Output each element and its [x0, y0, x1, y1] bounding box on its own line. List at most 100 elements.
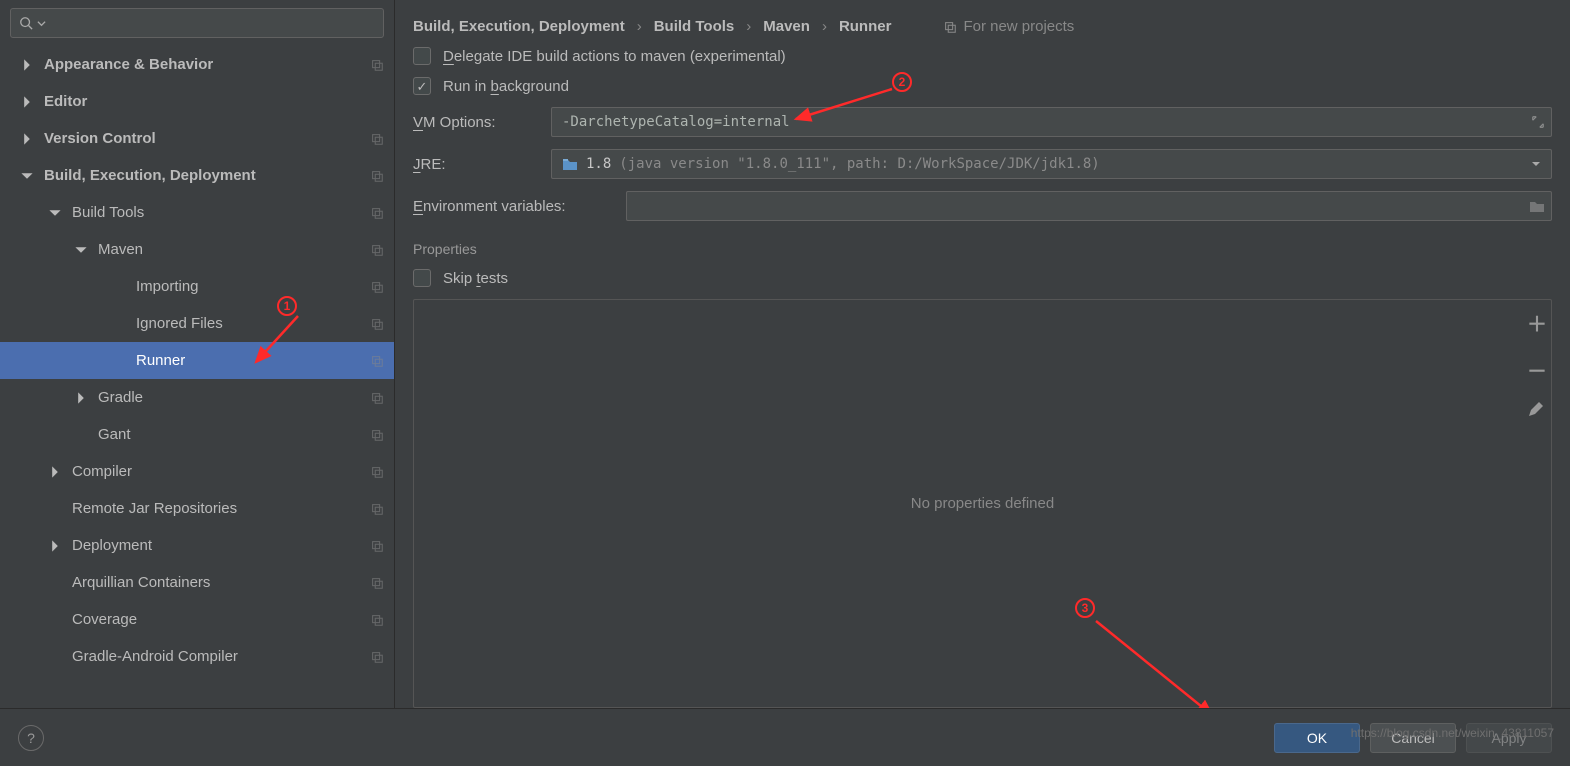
tree-item-gradle-android-compiler[interactable]: Gradle-Android Compiler [0, 638, 394, 675]
copy-icon [370, 502, 384, 516]
tree-item-label: Compiler [72, 463, 132, 480]
tree-arrow-icon [20, 58, 34, 72]
copy-icon [370, 206, 384, 220]
tree-item-label: Build Tools [72, 204, 144, 221]
tree-item-arquillian-containers[interactable]: Arquillian Containers [0, 564, 394, 601]
tree-item-label: Remote Jar Repositories [72, 500, 237, 517]
jre-select[interactable]: 1.8 (java version "1.8.0_111", path: D:/… [551, 149, 1552, 179]
tree-item-deployment[interactable]: Deployment [0, 527, 394, 564]
env-input[interactable] [626, 191, 1552, 221]
copy-icon [370, 243, 384, 257]
jre-version: 1.8 [586, 156, 611, 172]
search-input[interactable] [10, 8, 384, 38]
chevron-down-icon [37, 19, 46, 28]
run-background-checkbox[interactable] [413, 77, 431, 95]
search-icon [19, 16, 33, 30]
tree-item-label: Gant [98, 426, 131, 443]
tree-arrow-icon [48, 206, 62, 220]
copy-icon [370, 354, 384, 368]
tree-arrow-icon [20, 95, 34, 109]
copy-icon [370, 58, 384, 72]
properties-table[interactable]: No properties defined ＋ － [413, 299, 1552, 708]
run-background-label: Run in background [443, 78, 569, 95]
breadcrumb: Build, Execution, Deployment › Build Too… [413, 18, 1552, 35]
tree-arrow-icon [20, 132, 34, 146]
env-label: Environment variables: [413, 198, 608, 215]
tree-item-build-tools[interactable]: Build Tools [0, 194, 394, 231]
copy-icon [943, 20, 957, 34]
chevron-down-icon[interactable] [1531, 159, 1541, 169]
tree-arrow-icon [48, 539, 62, 553]
tree-item-label: Editor [44, 93, 87, 110]
tree-item-remote-jar-repositories[interactable]: Remote Jar Repositories [0, 490, 394, 527]
apply-button[interactable]: Apply [1466, 723, 1552, 753]
jre-details: (java version "1.8.0_111", path: D:/Work… [619, 156, 1099, 172]
tree-item-gant[interactable]: Gant [0, 416, 394, 453]
chevron-right-icon: › [822, 18, 827, 35]
tree-item-version-control[interactable]: Version Control [0, 120, 394, 157]
vm-options-input[interactable]: -DarchetypeCatalog=internal [551, 107, 1552, 137]
copy-icon [370, 613, 384, 627]
tree-item-coverage[interactable]: Coverage [0, 601, 394, 638]
vm-options-label: VM Options: [413, 114, 533, 131]
tree-item-gradle[interactable]: Gradle [0, 379, 394, 416]
settings-sidebar: Appearance & Behavior Editor Version Contr… [0, 0, 395, 708]
tree-item-runner[interactable]: Runner [0, 342, 394, 379]
tree-item-ignored-files[interactable]: Ignored Files [0, 305, 394, 342]
tree-item-label: Arquillian Containers [72, 574, 210, 591]
add-icon[interactable]: ＋ [1527, 308, 1547, 337]
vm-options-value: -DarchetypeCatalog=internal [562, 114, 790, 130]
edit-icon[interactable] [1527, 402, 1543, 418]
tree-item-compiler[interactable]: Compiler [0, 453, 394, 490]
tree-item-importing[interactable]: Importing [0, 268, 394, 305]
tree-arrow-icon [48, 465, 62, 479]
tree-item-label: Coverage [72, 611, 137, 628]
copy-icon [370, 465, 384, 479]
tree-item-label: Ignored Files [136, 315, 223, 332]
tree-arrow-icon [20, 169, 34, 183]
copy-icon [370, 132, 384, 146]
tree-item-appearance-behavior[interactable]: Appearance & Behavior [0, 46, 394, 83]
cancel-button[interactable]: Cancel [1370, 723, 1456, 753]
folder-icon [562, 157, 578, 171]
tree-item-label: Maven [98, 241, 143, 258]
tree-item-label: Runner [136, 352, 185, 369]
settings-tree[interactable]: Appearance & Behavior Editor Version Contr… [0, 46, 394, 708]
tree-arrow-icon [74, 391, 88, 405]
tree-item-label: Version Control [44, 130, 156, 147]
remove-icon[interactable]: － [1527, 355, 1547, 384]
properties-section-label: Properties [413, 241, 1552, 257]
chevron-right-icon: › [746, 18, 751, 35]
copy-icon [370, 576, 384, 590]
copy-icon [370, 428, 384, 442]
chevron-right-icon: › [637, 18, 642, 35]
skip-tests-checkbox[interactable] [413, 269, 431, 287]
tree-item-editor[interactable]: Editor [0, 83, 394, 120]
expand-icon[interactable] [1531, 115, 1545, 129]
scope-hint: For new projects [943, 18, 1074, 35]
breadcrumb-item[interactable]: Build Tools [654, 18, 735, 35]
tree-item-label: Build, Execution, Deployment [44, 167, 256, 184]
tree-item-label: Gradle [98, 389, 143, 406]
breadcrumb-item[interactable]: Build, Execution, Deployment [413, 18, 625, 35]
tree-item-build-execution-deployment[interactable]: Build, Execution, Deployment [0, 157, 394, 194]
breadcrumb-item[interactable]: Maven [763, 18, 810, 35]
copy-icon [370, 169, 384, 183]
copy-icon [370, 280, 384, 294]
help-button[interactable]: ? [18, 725, 44, 751]
folder-open-icon[interactable] [1529, 199, 1545, 213]
breadcrumb-item[interactable]: Runner [839, 18, 892, 35]
delegate-checkbox[interactable] [413, 47, 431, 65]
properties-empty-text: No properties defined [911, 495, 1054, 512]
dialog-footer: ? OK Cancel Apply https://blog.csdn.net/… [0, 708, 1570, 766]
copy-icon [370, 317, 384, 331]
copy-icon [370, 539, 384, 553]
delegate-label: Delegate IDE build actions to maven (exp… [443, 48, 786, 65]
skip-tests-label: Skip tests [443, 270, 508, 287]
copy-icon [370, 650, 384, 664]
tree-item-label: Gradle-Android Compiler [72, 648, 238, 665]
ok-button[interactable]: OK [1274, 723, 1360, 753]
tree-item-maven[interactable]: Maven [0, 231, 394, 268]
settings-content: Build, Execution, Deployment › Build Too… [395, 0, 1570, 708]
tree-item-label: Importing [136, 278, 199, 295]
